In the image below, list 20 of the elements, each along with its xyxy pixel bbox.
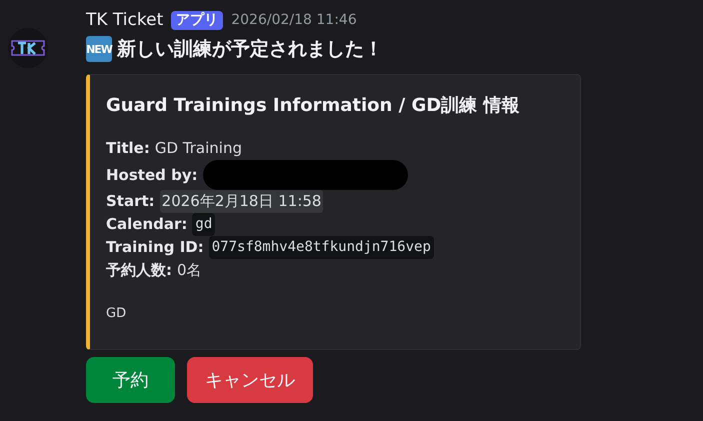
new-emoji: NEW (86, 36, 112, 62)
app-badge: アプリ (171, 10, 224, 30)
field-label: Title: (106, 138, 150, 159)
embed-footer: GD (106, 306, 560, 321)
field-label: Hosted by: (106, 164, 198, 186)
author-name[interactable]: TK Ticket (86, 10, 164, 30)
reserve-button[interactable]: 予約 (86, 357, 175, 403)
cancel-button[interactable]: キャンセル (187, 357, 313, 403)
field-label: Start: (106, 191, 155, 212)
field-value: 0名 (177, 260, 202, 281)
code-value: 077sf8mhv4e8tfkundjn716vep (208, 236, 434, 259)
embed-title: Guard Trainings Information / GD訓練 情報 (106, 94, 520, 117)
message-timestamp: 2026/02/18 11:46 (231, 12, 357, 28)
field-label: Training ID: (106, 237, 204, 258)
field-label: Calendar: (106, 214, 188, 235)
code-value: gd (192, 213, 216, 236)
message-text: 新しい訓練が予定されました！ (117, 37, 383, 62)
field-label: 予約人数: (106, 260, 172, 281)
timestamp-value: 2026年2月18日 11:58 (160, 190, 324, 213)
field-value: GD Training (154, 138, 242, 159)
